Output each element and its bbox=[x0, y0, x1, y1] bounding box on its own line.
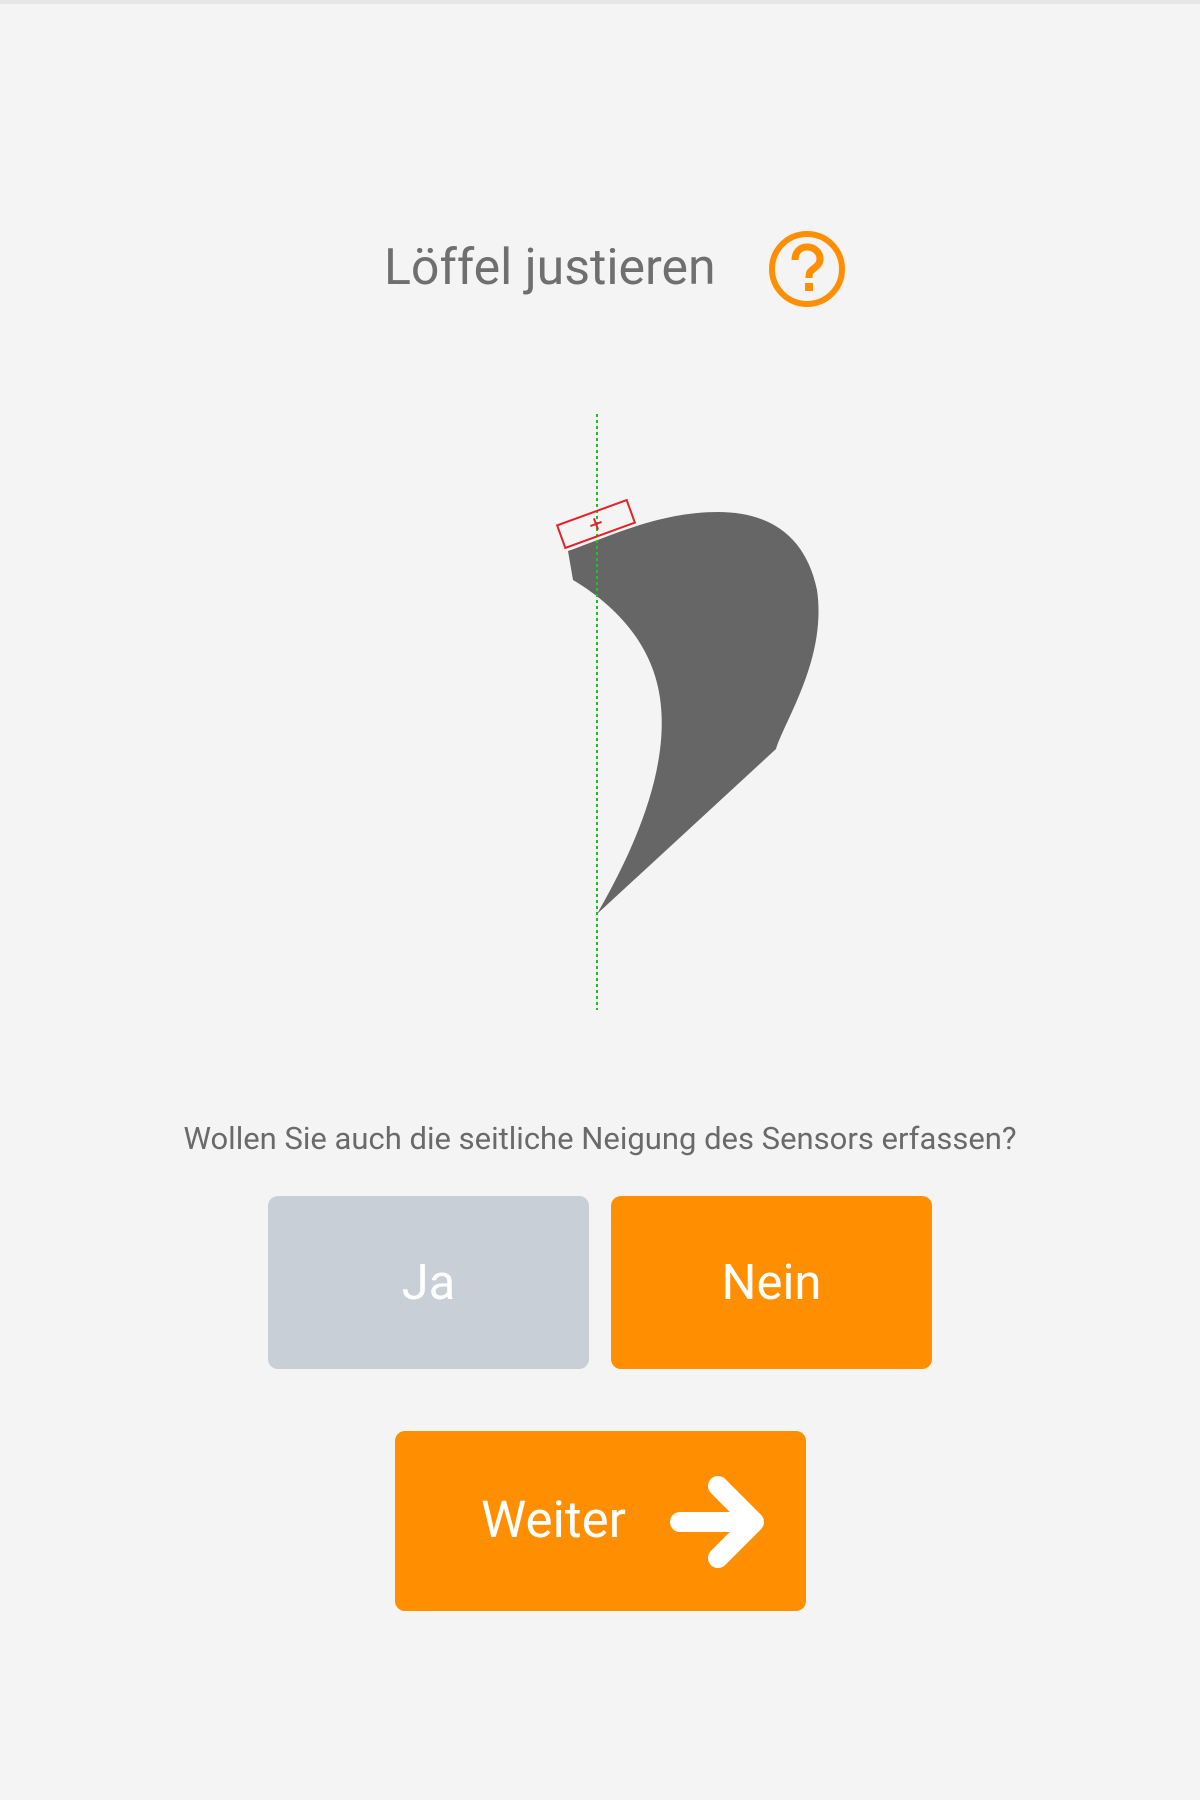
tilt-question: Wollen Sie auch die seitliche Neigung de… bbox=[183, 1120, 1017, 1157]
top-divider bbox=[0, 0, 1200, 4]
bucket-shape bbox=[568, 512, 819, 914]
question-circle-icon bbox=[769, 231, 845, 307]
next-button-label: Weiter bbox=[481, 1491, 626, 1550]
yes-button[interactable]: Ja bbox=[268, 1196, 589, 1369]
no-button[interactable]: Nein bbox=[611, 1196, 932, 1369]
bucket-illustration bbox=[540, 408, 860, 1016]
next-button[interactable]: Weiter bbox=[395, 1431, 806, 1611]
arrow-right-icon bbox=[670, 1476, 764, 1568]
page-title: Löffel justieren bbox=[384, 239, 716, 297]
page-header: Löffel justieren bbox=[0, 228, 1200, 310]
help-button[interactable] bbox=[766, 228, 848, 310]
